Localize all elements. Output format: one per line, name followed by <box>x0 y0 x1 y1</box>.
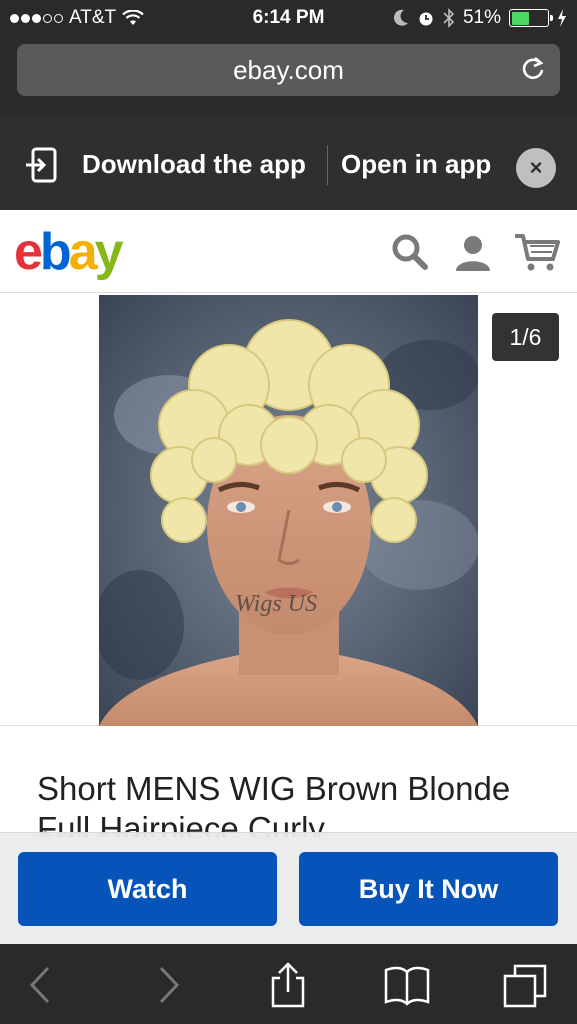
item-title-section: Short MENS WIG Brown Blonde Full Hairpie… <box>0 727 577 837</box>
logo-letter-y: y <box>94 223 124 281</box>
battery-icon <box>509 9 553 27</box>
product-photo-illustration <box>99 295 478 726</box>
close-icon: × <box>529 155 543 180</box>
reload-icon[interactable] <box>520 56 546 82</box>
site-header: ebay <box>0 210 577 293</box>
image-gallery[interactable]: Wigs US 1/6 <box>0 293 577 726</box>
image-counter-badge: 1/6 <box>492 313 559 361</box>
open-in-app-link[interactable]: Open in app <box>341 149 491 180</box>
app-banner: Download the app Open in app × <box>0 115 577 210</box>
logo-letter-a: a <box>68 223 98 281</box>
product-photo[interactable]: Wigs US <box>99 295 478 726</box>
battery-percent: 51% <box>462 7 501 28</box>
buy-it-now-button[interactable]: Buy It Now <box>299 852 558 926</box>
alarm-icon <box>419 12 433 26</box>
back-arrow-icon[interactable] <box>18 962 64 1008</box>
bluetooth-icon <box>443 8 455 28</box>
download-app-link[interactable]: Download the app <box>82 149 306 180</box>
sticky-action-bar: Watch Buy It Now <box>0 832 577 944</box>
forward-arrow-icon[interactable] <box>145 962 191 1008</box>
watch-button[interactable]: Watch <box>18 852 277 926</box>
battery-fill <box>511 11 530 25</box>
bookmarks-icon[interactable] <box>384 962 430 1008</box>
moon-icon <box>393 9 408 26</box>
cart-icon[interactable] <box>514 232 560 272</box>
charging-bolt-icon <box>558 9 566 27</box>
user-icon[interactable] <box>453 232 493 272</box>
logo-letter-e: e <box>14 223 43 281</box>
status-bar: AT&T 6:14 PM 51% <box>0 0 577 38</box>
banner-close-button[interactable]: × <box>516 148 556 188</box>
banner-divider <box>327 145 328 185</box>
photo-watermark: Wigs US <box>235 591 318 617</box>
browser-toolbar <box>0 944 577 1024</box>
tabs-icon[interactable] <box>503 962 549 1008</box>
ebay-logo[interactable]: ebay <box>14 223 124 281</box>
status-right: 51% <box>393 7 567 29</box>
share-icon[interactable] <box>265 962 311 1008</box>
search-icon[interactable] <box>390 232 430 272</box>
address-bar[interactable]: ebay.com <box>17 44 560 96</box>
logo-letter-b: b <box>39 223 72 281</box>
download-app-icon[interactable] <box>25 147 59 183</box>
browser-chrome: AT&T 6:14 PM 51% ebay.com <box>0 0 577 115</box>
url-text[interactable]: ebay.com <box>17 55 560 86</box>
